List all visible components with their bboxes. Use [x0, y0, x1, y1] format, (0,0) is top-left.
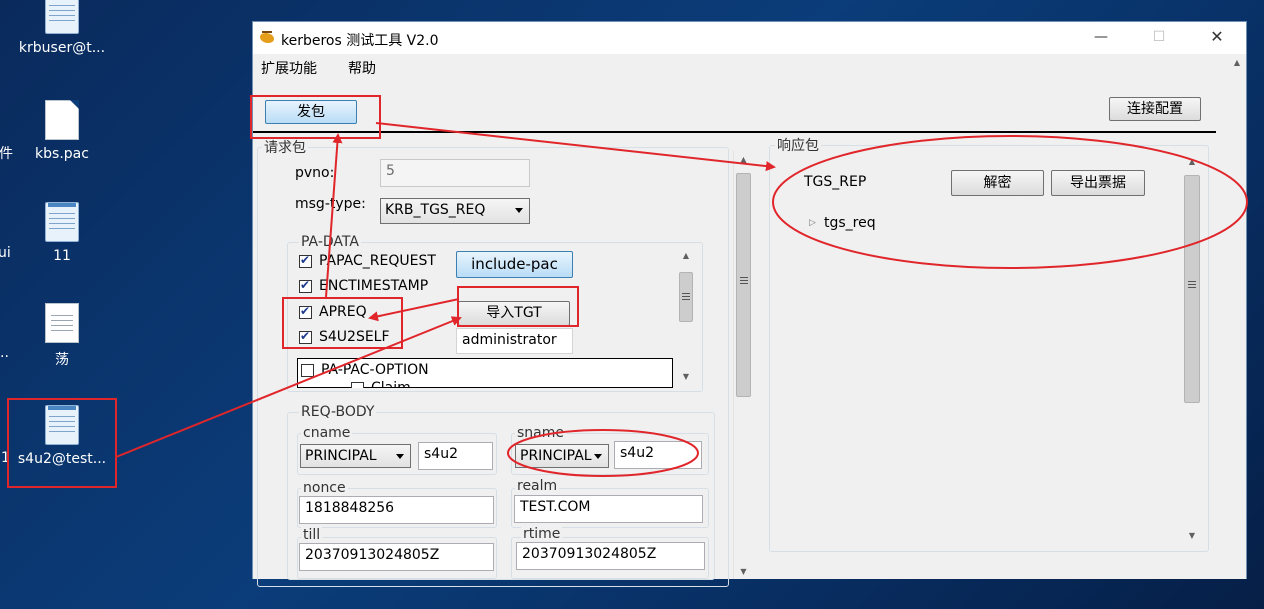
highlight-sname	[507, 429, 699, 477]
arrow-send-to-response	[375, 122, 776, 172]
arrow-apreq-to-send	[325, 133, 343, 298]
highlight-response-area	[772, 135, 1248, 269]
arrow-tgt-to-apreq	[368, 298, 460, 322]
annotation-overlay	[115, 122, 1248, 477]
arrow-desktop-to-s4u2self	[115, 316, 462, 458]
